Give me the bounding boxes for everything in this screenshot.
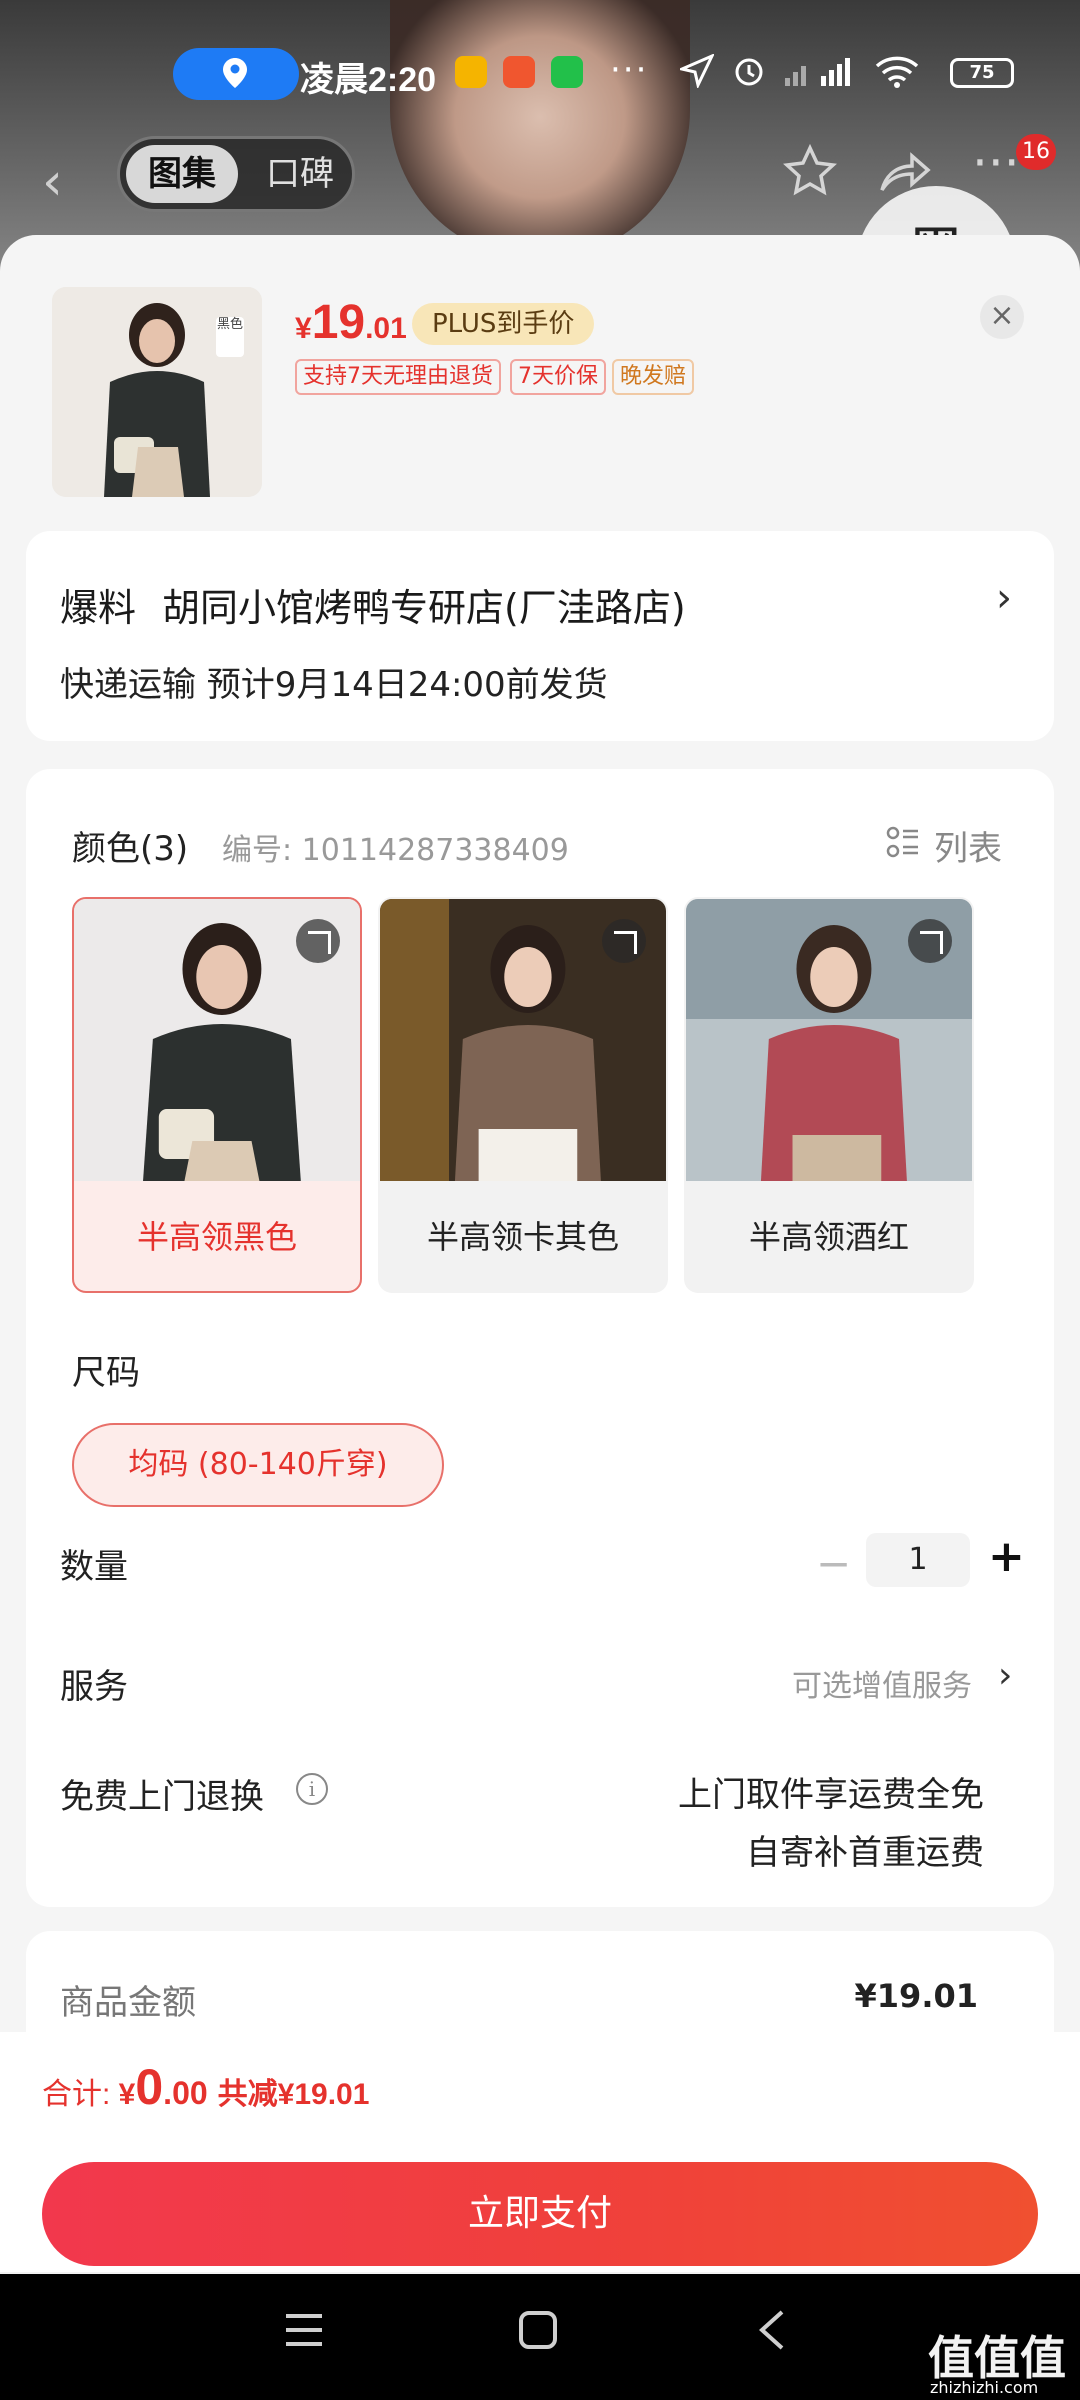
weibo-icon [455,56,487,88]
selected-sku-thumbnail[interactable]: 黑色 [52,287,262,497]
total-symbol: ¥ [118,2078,136,2111]
product-code: 编号: 10114287338409 [222,833,569,868]
shop-name-line: 爆料 胡同小馆烤鸭专研店(厂洼路店) [60,577,686,632]
quantity-label: 数量 [60,1547,128,1587]
goods-amount-label: 商品金额 [60,1983,196,2023]
list-view-button[interactable]: 列表 [934,821,1002,870]
system-icons [677,53,919,96]
clock: 凌晨2:20 [300,61,437,99]
back-icon[interactable] [752,2308,796,2352]
total-discount: 共减¥19.01 [217,2078,370,2111]
red-app-icon [503,56,535,88]
total-summary: 合计: ¥0.00 共减¥19.01 [42,2058,369,2116]
value-added-services-link[interactable]: 可选增值服务 [792,1661,972,1705]
product-header-nav: ‹ 图集 口碑 ··· 16 黑 [0,130,1080,346]
pay-now-button[interactable]: 立即支付 [42,2162,1038,2266]
shop-name: 胡同小馆烤鸭专研店(厂洼路店) [162,586,686,630]
navigation-arrow-icon [677,53,716,90]
plus-price-tag: PLUS到手价 [412,303,595,345]
tab-gallery[interactable]: 图集 [126,145,238,203]
location-pill[interactable] [173,48,299,100]
color-section-title: 颜色(3) [72,829,189,869]
list-view-icon[interactable] [886,825,920,859]
free-return-pickup-text: 上门取件享运费全免 [678,1775,984,1815]
sku-selection-sheet: 黑色 ¥19.01 PLUS到手价 × 支持7天无理由退货 7天价保 晚发赔 爆… [0,235,1080,2265]
service-label: 服务 [60,1667,128,1707]
shop-card[interactable]: 爆料 胡同小馆烤鸭专研店(厂洼路店) › 快递运输 预计9月14日24:00前发货 [26,531,1054,741]
message-badge: 16 [1016,134,1056,170]
more-notifications-icon: ··· [610,50,649,90]
shop-tag: 爆料 [60,586,137,630]
zoom-icon[interactable] [602,919,646,963]
more-menu-icon[interactable]: ··· [972,134,1020,192]
tab-reviews[interactable]: 口碑 [250,145,350,203]
sku-summary: 黑色 ¥19.01 PLUS到手价 × 支持7天无理由退货 7天价保 晚发赔 [0,235,1080,525]
favorite-star-icon[interactable] [782,144,838,200]
checkout-bar: 合计: ¥0.00 共减¥19.01 立即支付 [0,2032,1080,2272]
color-option-khaki[interactable]: 半高领卡其色 [378,897,668,1293]
total-integer: 0 [135,2059,164,2115]
free-return-selfsend-text: 自寄补首重运费 [746,1833,984,1873]
total-decimal: .00 [163,2075,208,2111]
color-option-label: 半高领卡其色 [426,1218,619,1256]
quantity-input[interactable]: 1 [866,1533,970,1587]
wechat-icon [551,56,583,88]
options-card: 颜色(3) 编号: 10114287338409 列表 半高领黑色 半高领卡其色… [26,769,1054,1907]
price-decimal: .01 [365,312,407,345]
price-symbol: ¥ [295,312,312,345]
system-navigation-bar [0,2274,1080,2400]
quantity-increase-button[interactable]: + [988,1531,1025,1582]
info-icon[interactable]: i [296,1773,328,1805]
location-pin-icon [223,58,247,88]
size-option-one-size[interactable]: 均码 (80-140斤穿) [72,1423,444,1507]
color-option-black[interactable]: 半高领黑色 [72,897,362,1293]
chevron-right-icon: › [996,575,1012,621]
home-icon[interactable] [516,2308,560,2352]
color-option-wine-red[interactable]: 半高领酒红 [684,897,974,1293]
service-tag-return: 支持7天无理由退货 [295,359,501,395]
color-option-label: 半高领酒红 [748,1218,909,1256]
wifi-icon [875,56,918,88]
menu-icon[interactable] [282,2308,326,2352]
free-return-label: 免费上门退换 [60,1777,264,1817]
quantity-decrease-button[interactable]: − [816,1539,851,1588]
service-tag-late-compensation: 晚发赔 [612,359,695,395]
zoom-icon[interactable] [908,919,952,963]
status-bar: 凌晨2:20 ··· 75 [0,40,1080,110]
price-integer: 19 [311,296,366,349]
shipping-estimate: 快递运输 预计9月14日24:00前发货 [60,665,608,705]
total-label: 合计: [42,2078,119,2111]
chevron-right-icon[interactable]: › [998,1655,1012,1696]
signal-icon [785,58,851,86]
watermark-url: zhizhizhi.com [930,2378,1039,2397]
alarm-icon [735,58,763,86]
gallery-review-switch: 图集 口碑 [117,136,355,212]
back-arrow-icon[interactable]: ‹ [42,152,63,212]
zoom-icon[interactable] [296,919,340,963]
price: ¥19.01 [295,295,407,350]
color-option-label: 半高领黑色 [136,1218,297,1256]
close-button[interactable]: × [980,295,1024,339]
service-tag-price-protect: 7天价保 [510,359,606,395]
thumbnail-color-tag: 黑色 [216,317,244,357]
size-section-title: 尺码 [72,1353,140,1393]
battery-icon: 75 [950,58,1014,88]
goods-amount-value: ¥19.01 [854,1977,978,2015]
